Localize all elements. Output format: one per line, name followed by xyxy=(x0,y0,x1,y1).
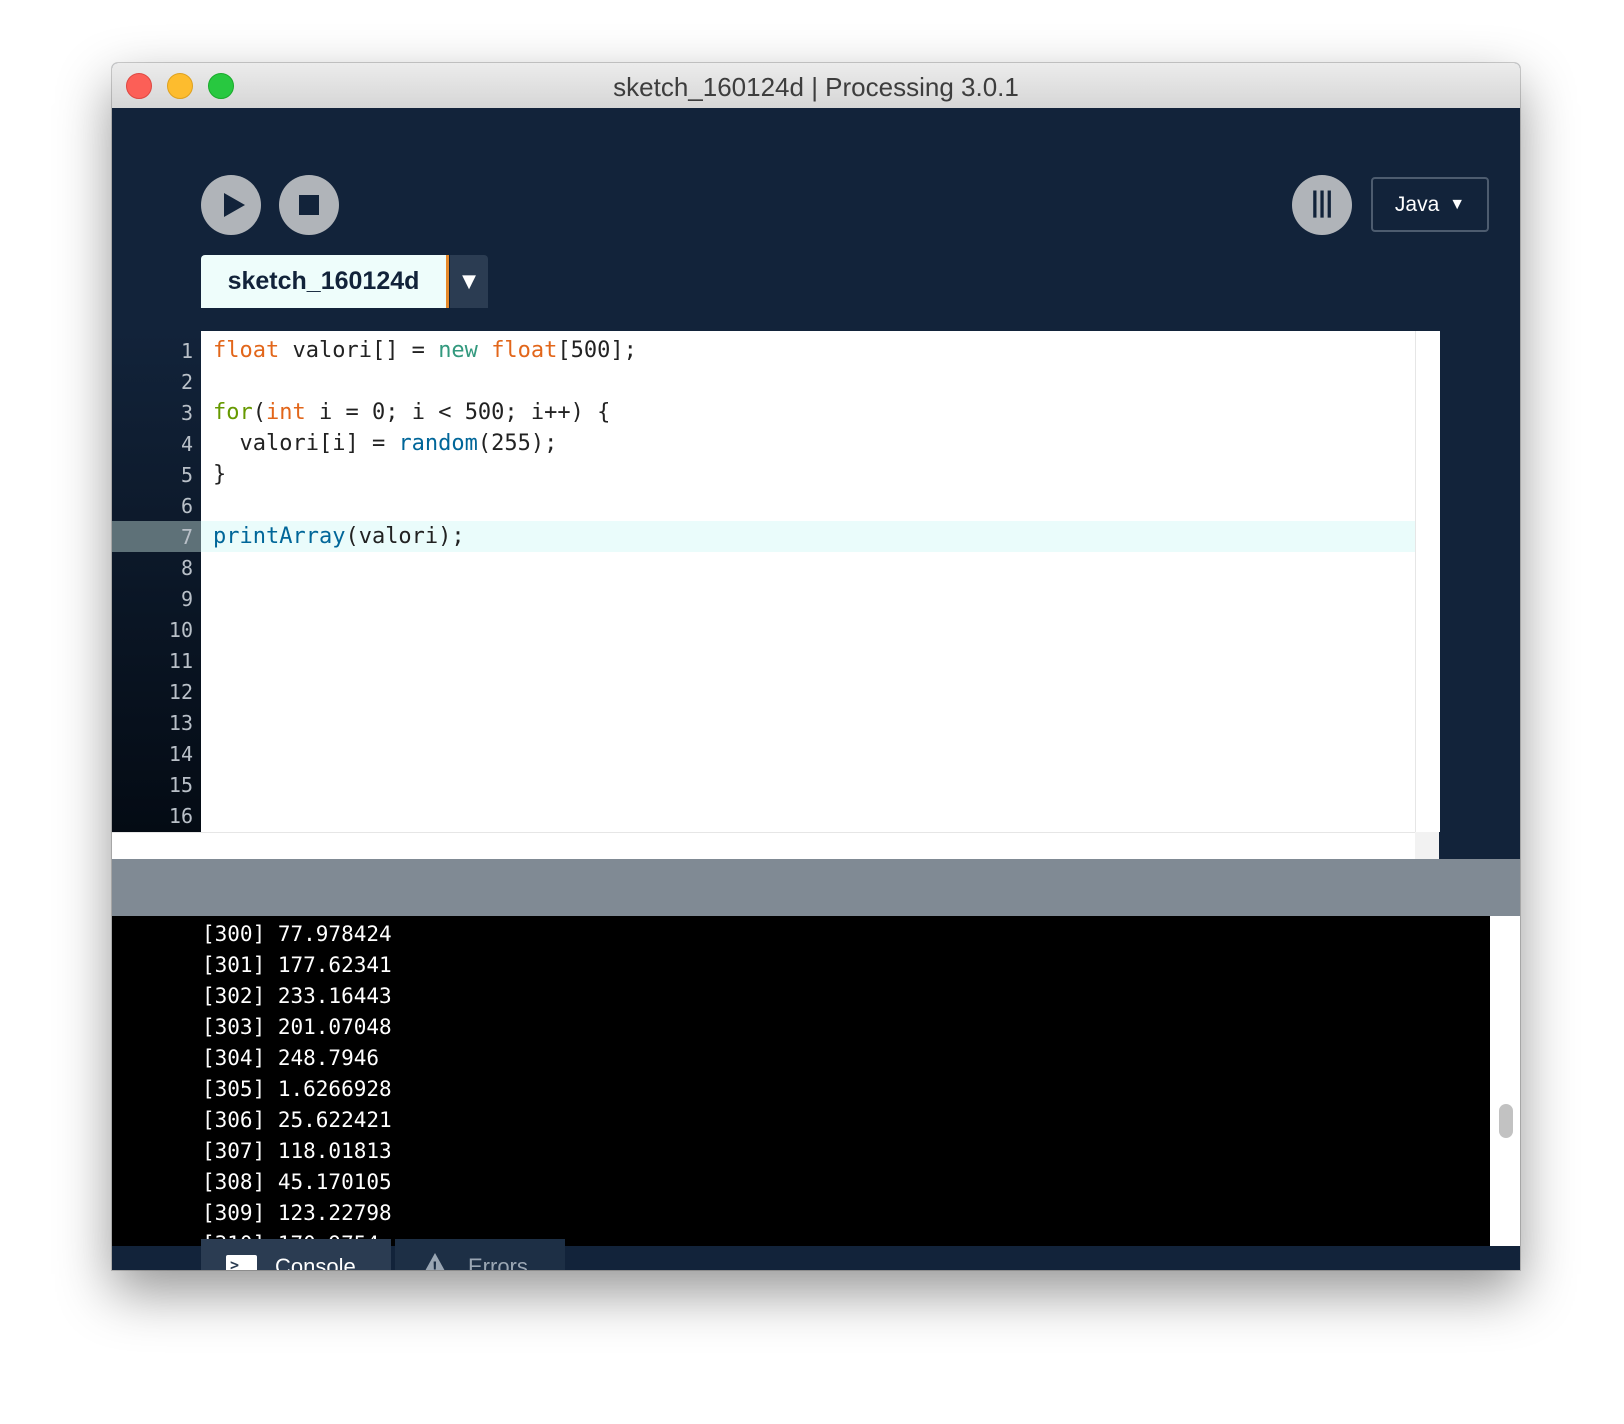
console-line: [309] 123.22798 xyxy=(202,1201,392,1225)
chevron-down-icon: ▼ xyxy=(1449,195,1466,213)
code-line: } xyxy=(213,459,226,490)
code-line: for(int i = 0; i < 500; i++) { xyxy=(213,397,610,428)
code-keyword: printArray xyxy=(213,524,346,549)
code-text: valori[] = xyxy=(279,338,439,363)
line-number: 4 xyxy=(180,432,193,456)
processing-window: sketch_160124d | Processing 3.0.1 ꔖ Java… xyxy=(112,63,1520,1270)
code-text: valori[i] = xyxy=(213,431,399,456)
line-number: 12 xyxy=(168,680,193,704)
code-keyword: float xyxy=(213,338,280,363)
editor-vertical-scrollbar[interactable] xyxy=(1415,331,1440,832)
warning-icon: ! xyxy=(420,1253,450,1270)
code-text: (255); xyxy=(477,431,558,456)
debugger-icon: ꔖ xyxy=(1311,185,1333,226)
line-number: 16 xyxy=(168,804,193,828)
code-text: [500]; xyxy=(557,338,637,363)
code-line: valori[i] = random(255); xyxy=(213,428,557,459)
stop-icon xyxy=(299,195,319,215)
code-editor[interactable]: float valori[] = new float[500]; for(int … xyxy=(201,331,1415,832)
line-number: 7 xyxy=(180,525,193,549)
console-line: [302] 233.16443 xyxy=(202,984,392,1008)
line-number: 15 xyxy=(168,773,193,797)
tab-sketch[interactable]: sketch_160124d xyxy=(201,255,449,308)
mode-selector[interactable]: Java ▼ xyxy=(1371,177,1489,232)
console-line: [305] 1.6266928 xyxy=(202,1077,392,1101)
code-keyword: new xyxy=(438,338,478,363)
editor-horizontal-scrollbar[interactable] xyxy=(112,832,1439,860)
console-output[interactable]: [300] 77.978424 [301] 177.62341 [302] 233.… xyxy=(112,916,1490,1246)
code-text: ( xyxy=(252,400,266,425)
console-line: [306] 25.622421 xyxy=(202,1108,392,1132)
stop-button[interactable] xyxy=(279,175,339,235)
tab-errors[interactable]: ! Errors xyxy=(395,1239,565,1270)
line-number: 5 xyxy=(180,463,193,487)
line-number: 11 xyxy=(168,649,193,673)
line-number: 6 xyxy=(180,494,193,518)
line-number: 13 xyxy=(168,711,193,735)
line-number: 8 xyxy=(180,556,193,580)
tab-menu-button[interactable]: ▼ xyxy=(450,255,488,308)
console-line: [301] 177.62341 xyxy=(202,953,392,977)
terminal-icon: >_ xyxy=(226,1255,257,1270)
editor-console-divider[interactable] xyxy=(112,859,1520,916)
debugger-button[interactable]: ꔖ xyxy=(1292,175,1352,235)
line-number: 3 xyxy=(180,401,193,425)
errors-tab-label: Errors xyxy=(468,1253,528,1271)
code-keyword: for xyxy=(213,400,253,425)
mode-label: Java xyxy=(1394,192,1440,216)
title-bar[interactable]: sketch_160124d | Processing 3.0.1 xyxy=(112,63,1520,109)
play-icon xyxy=(224,193,245,217)
code-keyword: int xyxy=(266,400,306,425)
toolbar: ꔖ Java ▼ sketch_160124d ▼ xyxy=(112,108,1520,331)
tab-console[interactable]: >_ Console xyxy=(201,1239,391,1270)
scrollbar-corner xyxy=(1415,832,1439,859)
console-line: [308] 45.170105 xyxy=(202,1170,392,1194)
window-title: sketch_160124d | Processing 3.0.1 xyxy=(613,72,1019,102)
console-scrollbar[interactable] xyxy=(1490,916,1520,1246)
code-keyword: float xyxy=(491,338,558,363)
code-text: (valori); xyxy=(345,524,465,549)
line-number: 2 xyxy=(180,370,193,394)
line-number-gutter: 1 2 3 4 5 6 7 8 9 10 11 12 13 14 15 16 xyxy=(112,331,201,832)
line-number: 10 xyxy=(168,618,193,642)
console-scroll-thumb[interactable] xyxy=(1499,1104,1513,1138)
code-line: printArray(valori); xyxy=(213,521,465,552)
code-text: i = 0; i < 500; i++) { xyxy=(305,400,611,425)
console-line: [304] 248.7946 xyxy=(202,1046,380,1070)
line-number: 9 xyxy=(180,587,193,611)
code-keyword: random xyxy=(398,431,478,456)
console-line: [300] 77.978424 xyxy=(202,922,392,946)
line-number: 1 xyxy=(180,339,193,363)
code-text: } xyxy=(213,462,227,487)
console-line: [303] 201.07048 xyxy=(202,1015,392,1039)
line-number: 14 xyxy=(168,742,193,766)
console-line: [307] 118.01813 xyxy=(202,1139,392,1163)
console-tab-label: Console xyxy=(275,1253,356,1271)
code-line: float valori[] = new float[500]; xyxy=(213,335,637,366)
run-button[interactable] xyxy=(201,175,261,235)
